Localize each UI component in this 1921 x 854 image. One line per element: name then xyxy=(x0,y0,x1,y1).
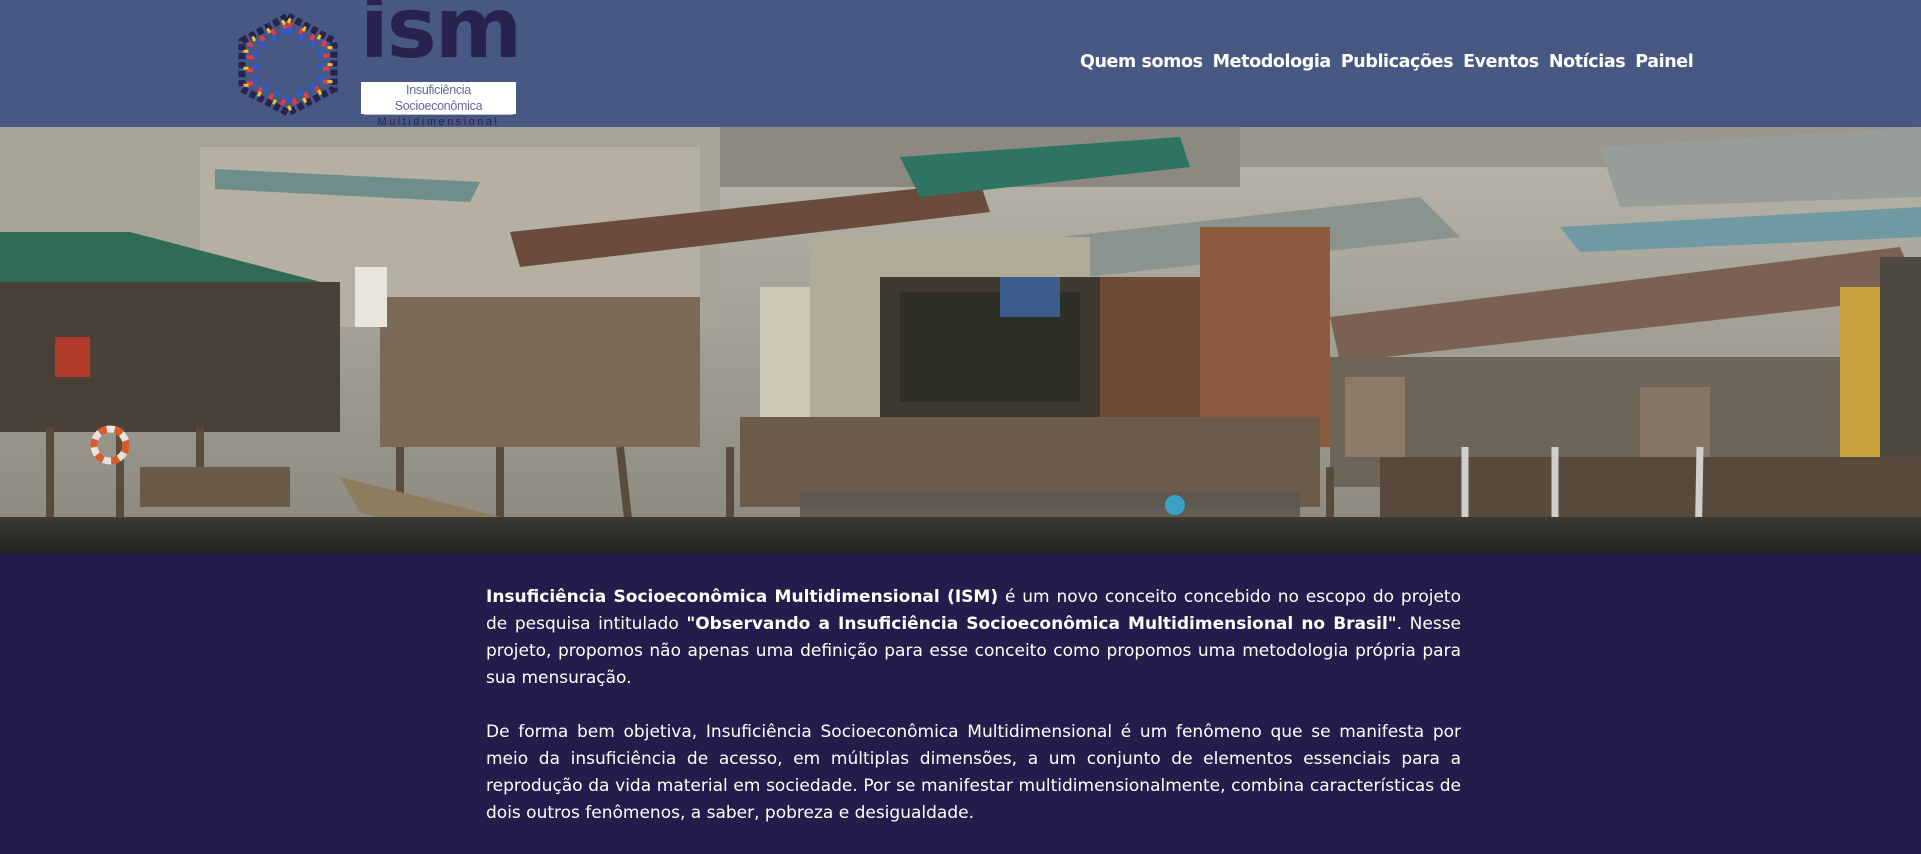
nav-item-painel[interactable]: Painel xyxy=(1635,52,1693,72)
hero-image xyxy=(0,127,1921,553)
nav-item-noticias[interactable]: Notícias xyxy=(1549,52,1626,72)
intro-paragraph-1: Insuficiência Socioeconômica Multidimens… xyxy=(486,584,1461,692)
ism-term: Insuficiência Socioeconômica Multidimens… xyxy=(486,587,999,607)
logo-tagline-line1: Insuficiência Socioeconômica xyxy=(364,82,513,115)
logo-tagline: Insuficiência Socioeconômica Multidimens… xyxy=(361,82,516,128)
intro-paragraph-2: De forma bem objetiva, Insuficiência Soc… xyxy=(486,722,1461,823)
stilt-houses-illustration xyxy=(0,127,1921,553)
nav-item-publicacoes[interactable]: Publicações xyxy=(1341,52,1454,72)
ism-logo[interactable]: ism Insuficiência Socioeconômica Multidi… xyxy=(230,0,530,128)
hexagon-logo-icon xyxy=(238,12,338,117)
project-title: "Observando a Insuficiência Socioeconômi… xyxy=(686,614,1397,634)
nav-item-quem-somos[interactable]: Quem somos xyxy=(1080,52,1203,72)
main-nav: Quem somos Metodologia Publicações Event… xyxy=(1080,52,1694,72)
logo-wordmark: ism xyxy=(360,0,522,77)
intro-text: Insuficiência Socioeconômica Multidimens… xyxy=(486,584,1461,854)
nav-item-eventos[interactable]: Eventos xyxy=(1463,52,1539,72)
site-header: ism Insuficiência Socioeconômica Multidi… xyxy=(0,0,1921,128)
nav-item-metodologia[interactable]: Metodologia xyxy=(1213,52,1332,72)
